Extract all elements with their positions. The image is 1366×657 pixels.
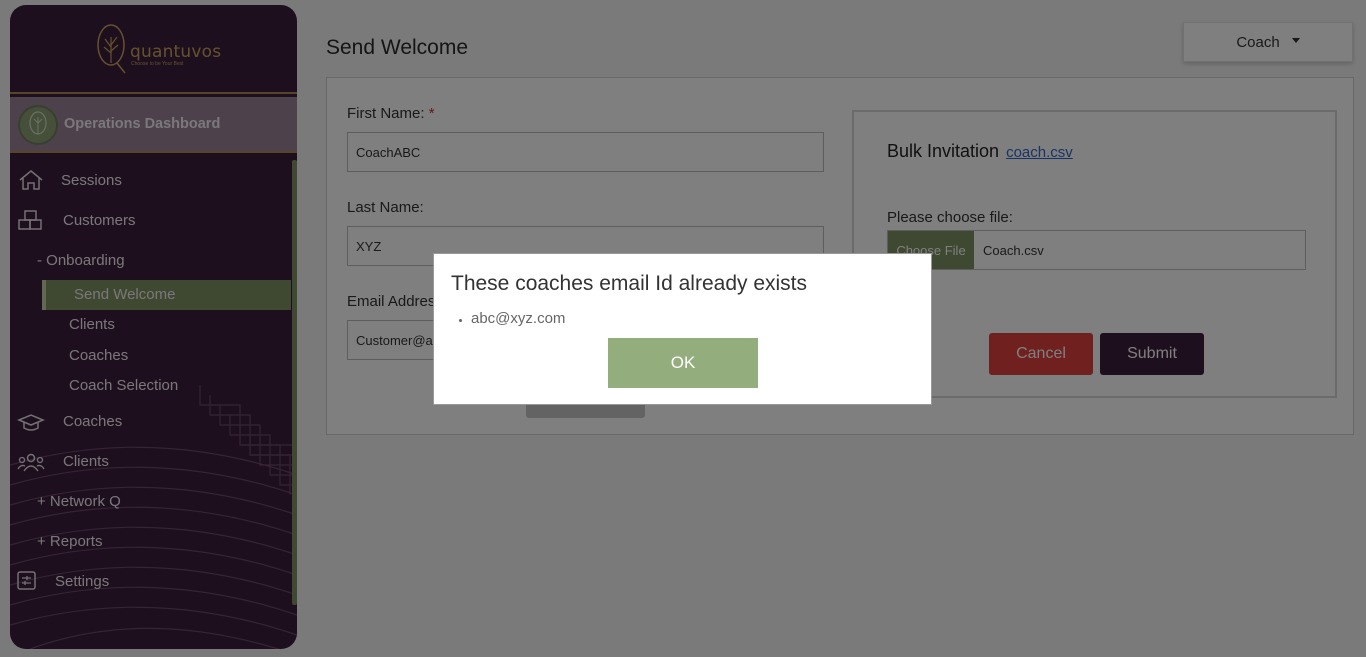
dialog-title: These coaches email Id already exists (451, 272, 808, 295)
duplicate-email-list: abc@xyz.com (471, 310, 565, 327)
duplicate-email-dialog: These coaches email Id already exists ab… (433, 253, 932, 405)
ok-button[interactable]: OK (608, 338, 758, 388)
list-item: abc@xyz.com (471, 310, 565, 327)
